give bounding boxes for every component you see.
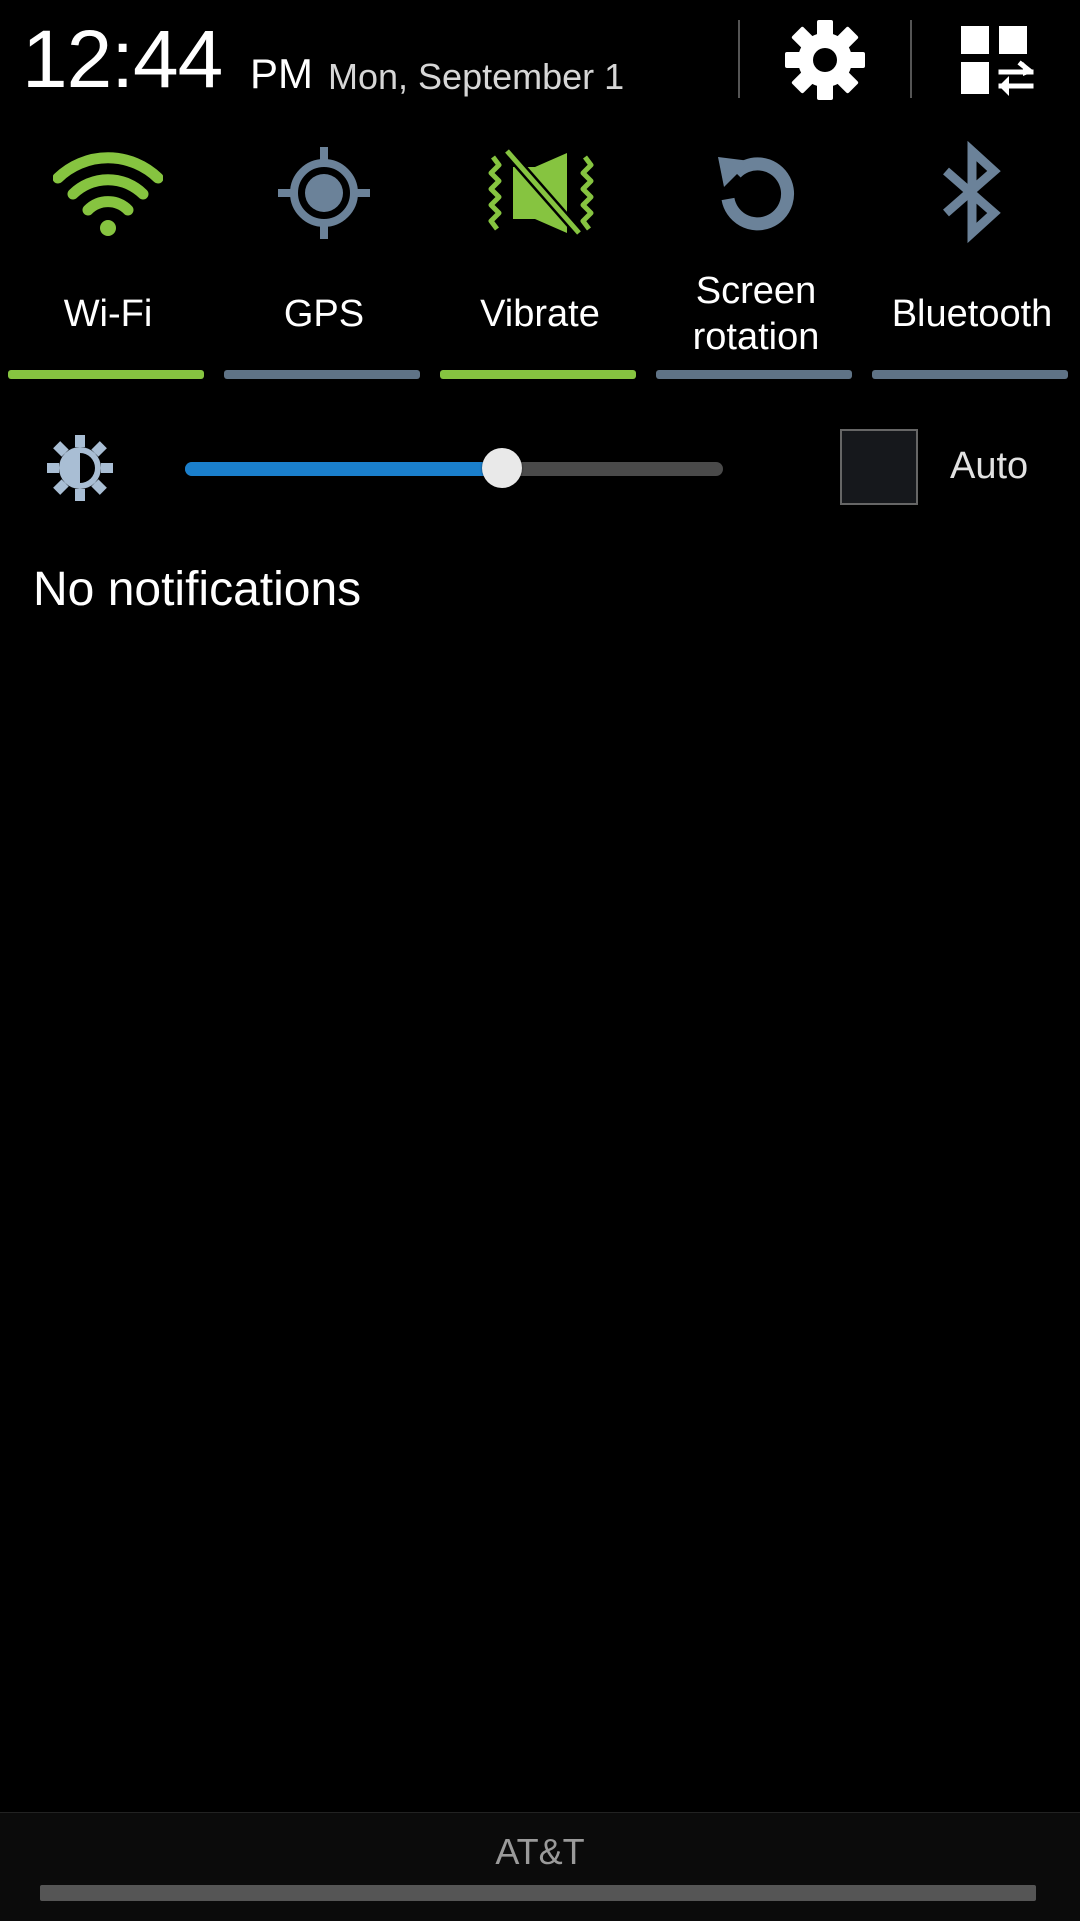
wifi-icon xyxy=(52,148,164,243)
header-divider xyxy=(910,20,912,98)
date-label[interactable]: Mon, September 1 xyxy=(328,52,624,102)
settings-button[interactable] xyxy=(770,14,880,110)
toggle-label: Bluetooth xyxy=(891,293,1053,335)
vibrate-icon xyxy=(485,143,595,248)
brightness-icon xyxy=(40,433,120,503)
gps-icon xyxy=(274,143,374,248)
toggle-screen-rotation[interactable]: Screen rotation xyxy=(648,130,864,385)
brightness-row: Auto xyxy=(0,415,1080,520)
toggle-wifi[interactable]: Wi-Fi xyxy=(0,130,216,385)
panel-drag-handle[interactable] xyxy=(40,1885,1036,1901)
no-notifications-text: No notifications xyxy=(33,563,362,616)
toggle-gps[interactable]: GPS xyxy=(216,130,432,385)
toggle-state-bar xyxy=(8,370,204,379)
toggle-bluetooth[interactable]: Bluetooth xyxy=(864,130,1080,385)
toggle-vibrate[interactable]: Vibrate xyxy=(432,130,648,385)
gear-icon xyxy=(783,18,867,107)
bluetooth-icon xyxy=(932,140,1012,250)
slider-thumb[interactable] xyxy=(482,448,522,488)
clock-time: 12:44 xyxy=(22,14,223,105)
slider-fill xyxy=(185,462,502,476)
clock-ampm: PM xyxy=(250,50,313,97)
toggle-state-bar xyxy=(656,370,852,379)
carrier-label: AT&T xyxy=(495,1831,585,1872)
toggle-label: Wi-Fi xyxy=(63,293,153,335)
quick-panel-edit-icon xyxy=(957,20,1037,105)
toggle-label: Vibrate xyxy=(480,293,600,335)
toggle-state-bar xyxy=(440,370,636,379)
screen-rotation-icon xyxy=(706,143,806,248)
auto-brightness-checkbox[interactable] xyxy=(840,429,918,505)
toggle-state-bar xyxy=(224,370,420,379)
toggle-state-bar xyxy=(872,370,1068,379)
notification-panel-header: 12:44 PM Mon, September 1 xyxy=(0,0,1080,125)
carrier-footer: AT&T xyxy=(0,1812,1080,1921)
auto-brightness-label[interactable]: Auto xyxy=(950,441,1028,491)
quick-settings-toggles: Wi-Fi GPS Vibrate Screen rotation Blueto… xyxy=(0,130,1080,385)
header-divider xyxy=(738,20,740,98)
quick-panel-edit-button[interactable] xyxy=(942,14,1052,110)
brightness-slider[interactable] xyxy=(185,448,723,488)
toggle-label: GPS xyxy=(283,293,365,335)
toggle-label: Screen rotation xyxy=(692,270,820,358)
